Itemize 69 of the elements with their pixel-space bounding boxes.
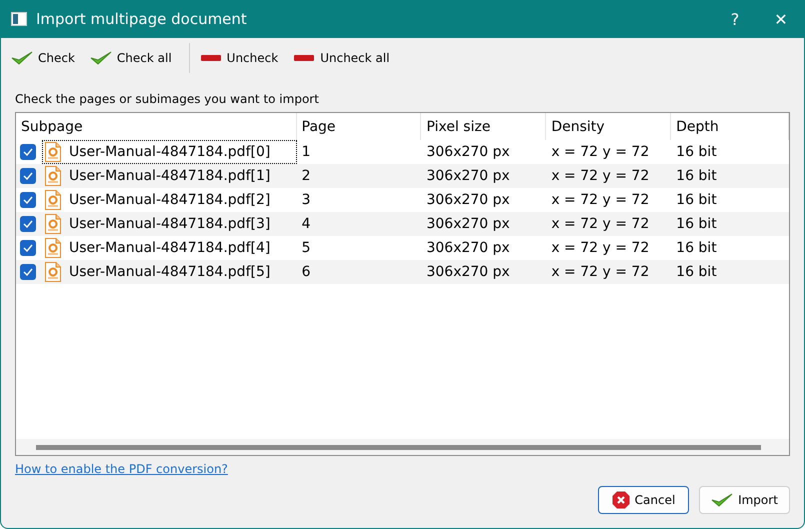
checkbox[interactable] <box>20 168 36 184</box>
table-cell-text: 16 bit <box>675 168 718 184</box>
table-cell-text: 306x270 px <box>425 264 511 280</box>
checkmark-icon <box>23 196 33 204</box>
checkmark-icon <box>23 244 33 252</box>
checkbox[interactable] <box>20 192 36 208</box>
error-icon <box>612 491 630 509</box>
pdf-file-icon <box>45 142 61 162</box>
help-button[interactable]: ? <box>712 0 758 38</box>
checkmark-icon <box>23 172 33 180</box>
table-cell-text: 16 bit <box>675 240 718 256</box>
table-cell-text: 3 <box>300 192 312 208</box>
table-cell-text: 306x270 px <box>425 192 511 208</box>
checkbox[interactable] <box>20 240 36 256</box>
table-cell-text: 5 <box>300 240 312 256</box>
column-header[interactable]: Page <box>296 113 422 140</box>
table-cell: User-Manual-4847184.pdf[2] <box>69 192 270 208</box>
toolbar-button[interactable]: Check <box>11 46 82 70</box>
instruction-text: Check the pages or subimages you want to import <box>15 92 320 106</box>
table-cell: User-Manual-4847184.pdf[3] <box>69 216 270 232</box>
checkmark-icon <box>23 148 33 156</box>
table-cell-text: 306x270 px <box>425 240 511 256</box>
table-cell: User-Manual-4847184.pdf[0] <box>69 144 270 160</box>
table-cell-text: x = 72 y = 72 <box>550 144 650 160</box>
dialog-button[interactable]: Cancel <box>598 486 689 514</box>
table-cell: User-Manual-4847184.pdf[4] <box>69 240 270 256</box>
table-cell-text: 4 <box>300 216 312 232</box>
toolbar-button[interactable]: Uncheck all <box>293 47 397 69</box>
window-icon <box>11 12 27 26</box>
column-header[interactable]: Depth <box>671 113 789 140</box>
column-header[interactable]: Density <box>546 113 672 140</box>
dialog-button[interactable]: Import <box>699 486 790 514</box>
help-link[interactable]: How to enable the PDF conversion? <box>15 462 228 476</box>
table-cell-text: 16 bit <box>675 192 718 208</box>
checkbox[interactable] <box>20 264 36 280</box>
table-cell-text: 6 <box>300 264 312 280</box>
pdf-file-icon <box>45 190 61 210</box>
table-cell-text: x = 72 y = 72 <box>550 168 650 184</box>
checkbox[interactable] <box>20 216 36 232</box>
table-cell-text: x = 72 y = 72 <box>550 216 650 232</box>
window-title: Import multipage document <box>36 10 248 28</box>
checkmark-icon <box>23 268 33 276</box>
checkmark-icon <box>11 50 33 66</box>
table-cell-text: 306x270 px <box>425 168 511 184</box>
minus-icon <box>293 54 316 62</box>
checkmark-icon <box>711 492 734 508</box>
toolbar-button[interactable]: Uncheck <box>200 47 286 69</box>
table-cell-text: 16 bit <box>675 264 718 280</box>
table-cell-text: 306x270 px <box>425 216 511 232</box>
scrollbar-thumb[interactable] <box>36 444 761 450</box>
toolbar-button[interactable]: Check all <box>90 46 179 70</box>
checkmark-icon <box>23 220 33 228</box>
table-cell-text: x = 72 y = 72 <box>550 192 650 208</box>
table-cell-text: x = 72 y = 72 <box>550 264 650 280</box>
checkmark-icon <box>90 50 112 66</box>
checkbox[interactable] <box>20 144 36 160</box>
table-cell-text: x = 72 y = 72 <box>550 240 650 256</box>
table-cell-text: 16 bit <box>675 216 718 232</box>
table-cell-text: 306x270 px <box>425 144 511 160</box>
table-cell: User-Manual-4847184.pdf[5] <box>69 264 270 280</box>
table-cell-text: 2 <box>300 168 312 184</box>
close-button[interactable]: ✕ <box>758 0 804 38</box>
table-cell-text: 1 <box>300 144 312 160</box>
table-cell: User-Manual-4847184.pdf[1] <box>69 168 270 184</box>
column-header[interactable]: Pixel size <box>421 113 546 140</box>
column-header[interactable]: Subpage <box>16 113 297 140</box>
pdf-file-icon <box>45 238 61 258</box>
minus-icon <box>200 54 222 62</box>
table-cell-text: 16 bit <box>675 144 718 160</box>
